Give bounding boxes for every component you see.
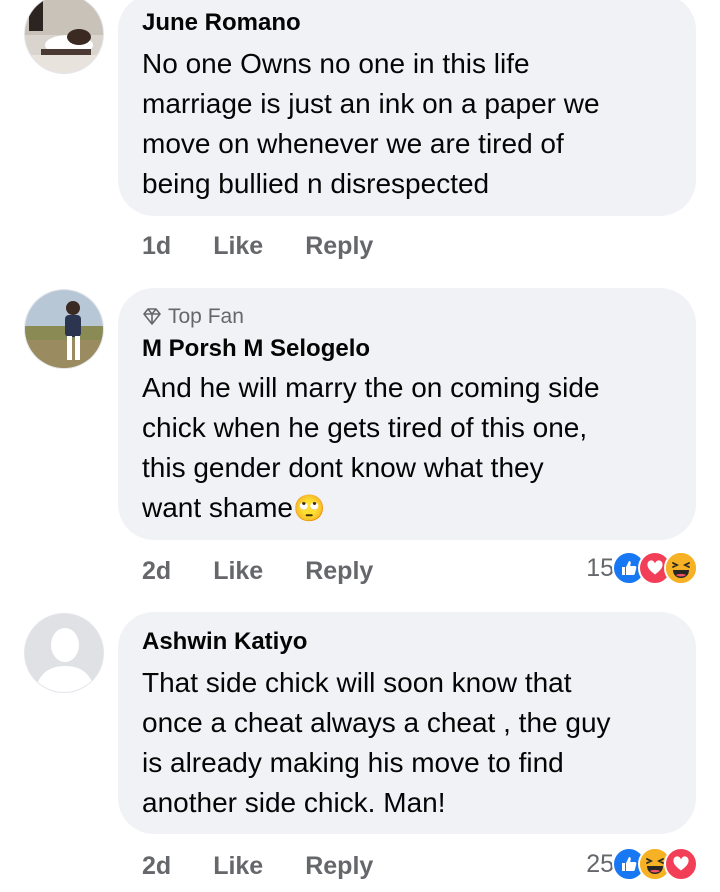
comment-timestamp[interactable]: 1d [142,232,171,261]
reply-button[interactable]: Reply [305,557,373,586]
like-button[interactable]: Like [213,557,263,586]
comment-actions: 2d Like Reply [142,848,373,884]
love-icon [664,847,698,881]
top-fan-badge: Top Fan [142,304,672,330]
comment-author[interactable]: M Porsh M Selogelo [142,334,672,364]
comment-text: That side chick will soon know that once… [142,667,611,818]
comment-bubble: Ashwin Katiyo That side chick will soon … [118,612,696,834]
like-button[interactable]: Like [213,852,263,881]
comment-text: No one Owns no one in this life marriage… [142,48,600,199]
avatar[interactable] [24,289,104,369]
reply-button[interactable]: Reply [305,232,373,261]
comment-bubble: Top Fan M Porsh M Selogelo And he will m… [118,288,696,540]
comment-text: And he will marry the on coming side chi… [142,368,672,528]
avatar[interactable] [24,613,104,693]
reaction-count: 25 [586,849,614,878]
avatar[interactable] [24,0,104,74]
comment-actions: 1d Like Reply [142,228,373,264]
diamond-icon [143,308,161,325]
reply-button[interactable]: Reply [305,852,373,881]
reaction-summary[interactable]: 25 [586,846,698,882]
comment-timestamp[interactable]: 2d [142,557,171,586]
comment-timestamp[interactable]: 2d [142,852,171,881]
reaction-summary[interactable]: 15 [586,550,698,586]
like-button[interactable]: Like [213,232,263,261]
eye-roll-emoji: 🙄 [292,493,326,523]
top-fan-label: Top Fan [168,305,244,328]
comment-author[interactable]: Ashwin Katiyo [142,627,672,657]
comment-author[interactable]: June Romano [142,8,672,38]
comment-bubble: June Romano No one Owns no one in this l… [118,0,696,216]
comment-actions: 2d Like Reply [142,553,373,589]
haha-icon [664,551,698,585]
comment-text-body: And he will marry the on coming side chi… [142,372,600,523]
reaction-count: 15 [586,553,614,582]
